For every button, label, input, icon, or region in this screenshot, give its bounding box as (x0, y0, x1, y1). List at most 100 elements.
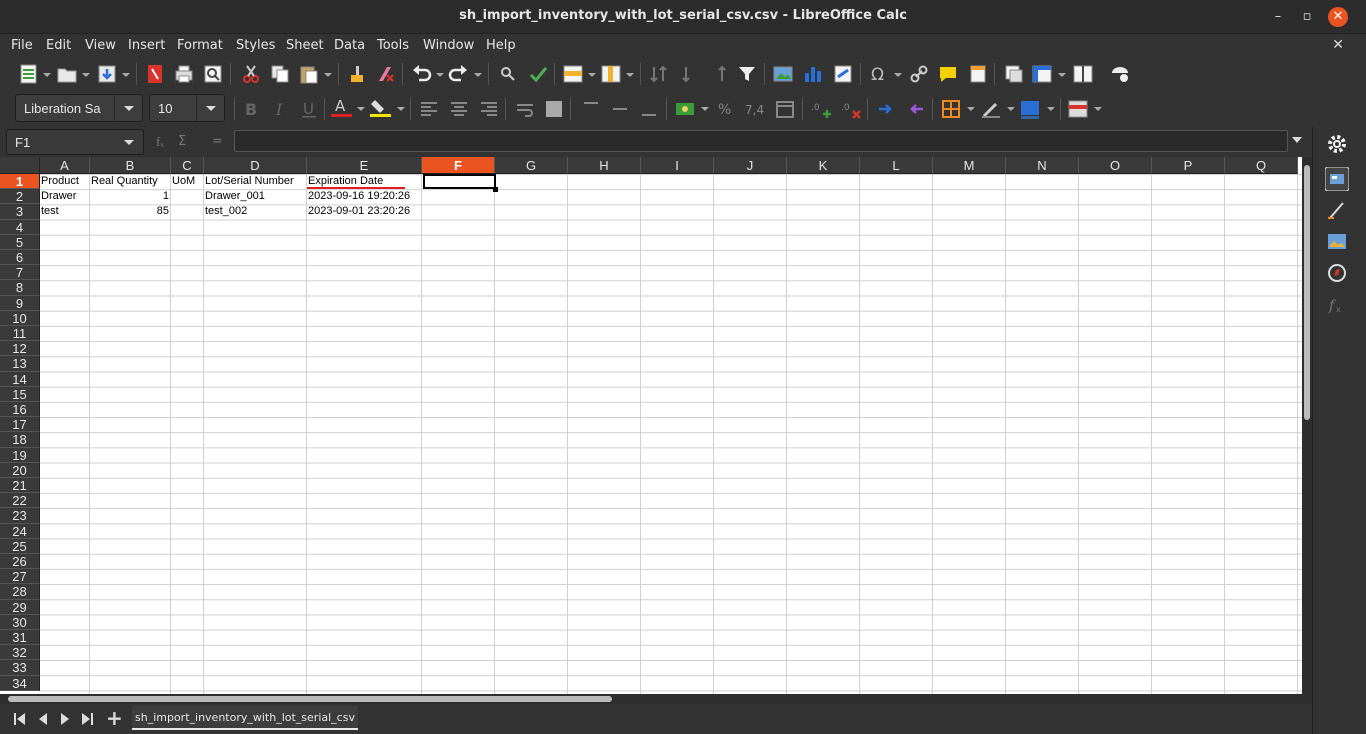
next-sheet-icon[interactable] (57, 711, 73, 727)
row-header-25[interactable]: 25 (0, 538, 40, 554)
pivot-table-icon[interactable] (832, 63, 854, 85)
row-header-11[interactable]: 11 (0, 326, 40, 342)
date-format-icon[interactable] (774, 98, 796, 120)
column-header-g[interactable]: G (495, 157, 568, 174)
freeze-dropdown-icon[interactable] (1058, 73, 1066, 77)
borders-dropdown-icon[interactable] (967, 107, 975, 111)
row-header-13[interactable]: 13 (0, 356, 40, 372)
sheet-tab[interactable]: sh_import_inventory_with_lot_serial_csv (132, 706, 358, 730)
row-header-34[interactable]: 34 (0, 675, 40, 691)
row-header-32[interactable]: 32 (0, 645, 40, 661)
row-header-22[interactable]: 22 (0, 493, 40, 509)
insert-chart-icon[interactable] (802, 63, 824, 85)
split-window-icon[interactable] (1072, 63, 1094, 85)
row-header-33[interactable]: 33 (0, 660, 40, 676)
delete-decimal-place-icon[interactable]: .0 (840, 98, 862, 120)
cell-c1[interactable]: UoM (172, 174, 204, 189)
open-dropdown-icon[interactable] (82, 73, 90, 77)
column-header-i[interactable]: I (641, 157, 714, 174)
center-vertically-icon[interactable] (609, 98, 631, 120)
border-style-icon[interactable] (980, 98, 1002, 120)
cell-d3[interactable]: test_002 (205, 204, 306, 219)
percent-format-icon[interactable]: % (714, 98, 736, 120)
comment-icon[interactable] (937, 63, 959, 85)
styles-icon[interactable] (1325, 198, 1349, 222)
open-folder-icon[interactable] (56, 63, 78, 85)
special-character-dropdown-icon[interactable] (894, 73, 902, 77)
sort-ascending-icon[interactable] (678, 63, 700, 85)
menu-data[interactable]: Data (334, 38, 365, 53)
show-draw-functions-icon[interactable] (1109, 63, 1131, 85)
undo-dropdown-icon[interactable] (436, 73, 444, 77)
row-header-15[interactable]: 15 (0, 386, 40, 402)
column-header-k[interactable]: K (787, 157, 860, 174)
borders-icon[interactable] (940, 98, 962, 120)
row-header-18[interactable]: 18 (0, 432, 40, 448)
autofill-handle[interactable] (493, 187, 498, 192)
row-header-19[interactable]: 19 (0, 447, 40, 463)
menu-help[interactable]: Help (486, 38, 516, 53)
menu-insert[interactable]: Insert (128, 38, 165, 53)
autofilter-icon[interactable] (736, 63, 758, 85)
cell-area[interactable]: Product Real Quantity UoM Lot/Serial Num… (40, 174, 1302, 694)
add-decimal-place-icon[interactable]: .0 (810, 98, 832, 120)
clone-formatting-icon[interactable] (346, 63, 368, 85)
formula-input[interactable] (234, 130, 1288, 152)
conditional-format-dropdown-icon[interactable] (1094, 107, 1102, 111)
align-center-icon[interactable] (448, 98, 470, 120)
increase-indent-icon[interactable] (875, 98, 897, 120)
row-header-20[interactable]: 20 (0, 462, 40, 478)
currency-format-icon[interactable] (674, 98, 696, 120)
cell-d1[interactable]: Lot/Serial Number (205, 174, 306, 189)
italic-icon[interactable]: I (269, 98, 291, 120)
column-header-d[interactable]: D (204, 157, 307, 174)
save-icon[interactable] (96, 63, 118, 85)
gear-icon[interactable] (1325, 132, 1349, 156)
chevron-down-icon[interactable] (114, 95, 142, 121)
column-header-c[interactable]: C (171, 157, 204, 174)
menu-edit[interactable]: Edit (46, 38, 71, 53)
freeze-rows-columns-icon[interactable] (1031, 63, 1053, 85)
row-header-21[interactable]: 21 (0, 478, 40, 494)
row-header-28[interactable]: 28 (0, 584, 40, 600)
functions-icon[interactable]: fx (1325, 293, 1349, 317)
underline-icon[interactable]: U (298, 98, 320, 120)
cell-a3[interactable]: test (41, 204, 89, 219)
cell-e2[interactable]: 2023-09-16 19:20:26 (308, 189, 422, 204)
row-header-10[interactable]: 10 (0, 310, 40, 326)
sort-descending-icon[interactable] (708, 63, 730, 85)
row-header-16[interactable]: 16 (0, 402, 40, 418)
row-header-8[interactable]: 8 (0, 280, 40, 296)
row-header-29[interactable]: 29 (0, 599, 40, 615)
paste-icon[interactable] (298, 63, 320, 85)
row-header-9[interactable]: 9 (0, 295, 40, 311)
column-dropdown-icon[interactable] (626, 73, 634, 77)
previous-sheet-icon[interactable] (35, 711, 51, 727)
row-header-6[interactable]: 6 (0, 250, 40, 266)
merge-center-icon[interactable] (543, 98, 565, 120)
row-header-4[interactable]: 4 (0, 219, 40, 235)
add-sheet-button[interactable]: + (106, 706, 123, 730)
active-cell-cursor[interactable] (423, 174, 496, 189)
column-header-m[interactable]: M (933, 157, 1006, 174)
row-dropdown-icon[interactable] (588, 73, 596, 77)
column-header-p[interactable]: P (1152, 157, 1225, 174)
export-pdf-icon[interactable] (144, 63, 166, 85)
wrap-text-icon[interactable] (514, 98, 536, 120)
row-header-1[interactable]: 1 (0, 174, 40, 190)
new-dropdown-icon[interactable] (43, 73, 51, 77)
row-header-3[interactable]: 3 (0, 204, 40, 220)
select-all-corner[interactable] (0, 157, 40, 174)
row-header-27[interactable]: 27 (0, 569, 40, 585)
horizontal-scrollbar[interactable] (0, 694, 1312, 704)
function-wizard-icon[interactable]: fₓ (156, 134, 164, 150)
minimize-button[interactable]: – (1268, 7, 1288, 27)
align-bottom-icon[interactable] (638, 98, 660, 120)
sort-icon[interactable] (648, 63, 670, 85)
formula-equals-icon[interactable]: = (212, 134, 223, 149)
cell-b2[interactable]: 1 (91, 189, 169, 204)
name-box[interactable]: F1 (6, 129, 144, 155)
headers-footers-icon[interactable] (967, 63, 989, 85)
cell-a2[interactable]: Drawer (41, 189, 89, 204)
cell-e3[interactable]: 2023-09-01 23:20:26 (308, 204, 422, 219)
